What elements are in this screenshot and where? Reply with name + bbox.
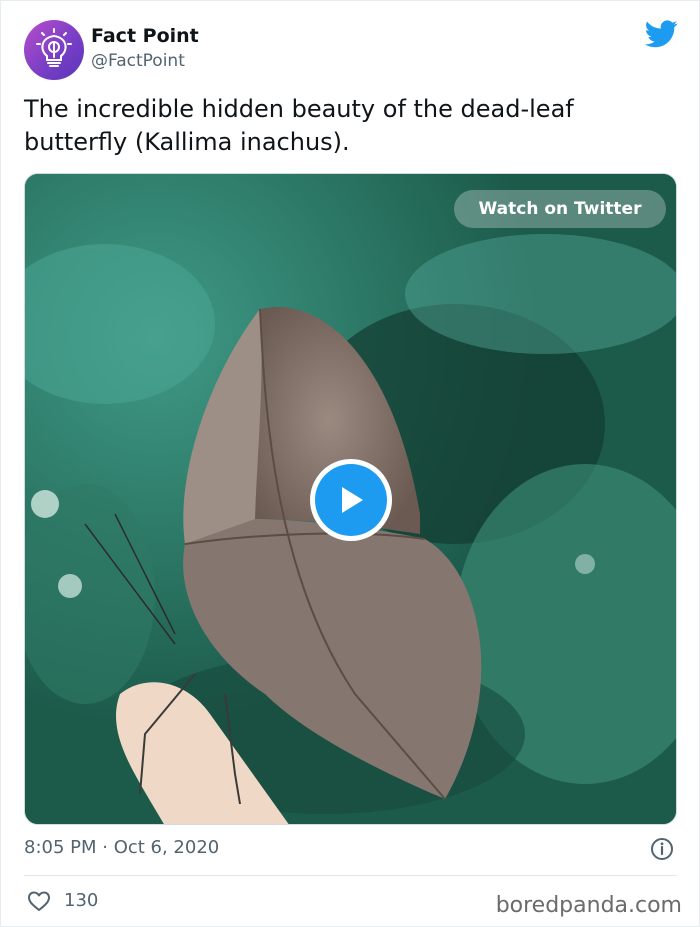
- avatar[interactable]: [24, 20, 84, 80]
- divider: [24, 875, 677, 876]
- info-icon[interactable]: [650, 837, 674, 861]
- watermark: boredpanda.com: [495, 893, 682, 918]
- tweet-card: Fact Point @FactPoint The incredible hid…: [0, 0, 700, 927]
- play-button[interactable]: [310, 459, 392, 541]
- author-name[interactable]: Fact Point: [91, 25, 199, 47]
- play-icon: [342, 487, 363, 513]
- tweet-text: The incredible hidden beauty of the dead…: [24, 95, 574, 156]
- like-count: 130: [64, 890, 99, 911]
- heart-icon[interactable]: [27, 889, 51, 913]
- tweet-timestamp[interactable]: 8:05 PM · Oct 6, 2020: [24, 837, 219, 858]
- twitter-bird-icon[interactable]: [645, 20, 678, 48]
- video-player[interactable]: Watch on Twitter: [24, 173, 677, 825]
- lightbulb-icon: [36, 28, 72, 67]
- author-handle[interactable]: @FactPoint: [91, 51, 185, 71]
- watch-on-twitter-button[interactable]: Watch on Twitter: [454, 190, 666, 228]
